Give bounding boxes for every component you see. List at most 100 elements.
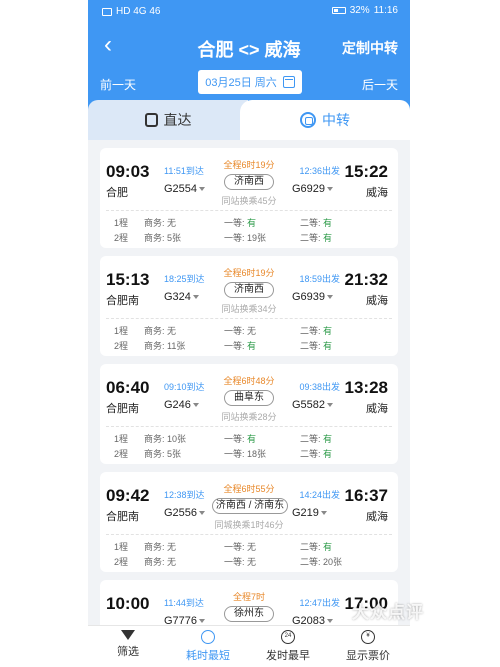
tab-direct[interactable]: 直达 [88, 100, 248, 140]
arrive-station: 威海 [366, 511, 388, 523]
filter-label: 筛选 [117, 646, 139, 658]
next-day-button[interactable]: 后一天 [362, 76, 398, 93]
custom-transfer-button[interactable]: 定制中转 [342, 38, 398, 58]
train-number-leg1[interactable]: G324 [164, 291, 199, 303]
first-class-label: 一等: [224, 233, 248, 243]
total-duration: 全程6时19分 [223, 268, 275, 278]
transfer-station: 曲阜东 [224, 390, 274, 406]
train-number-leg1[interactable]: G246 [164, 399, 199, 411]
first-class-label: 一等: [224, 341, 248, 351]
second-class-label: 二等: [300, 233, 324, 243]
train-number: G219 [292, 507, 319, 519]
train-number: G2554 [164, 183, 198, 195]
first-class-seat: 一等: 无 [224, 324, 256, 337]
second-class-seat: 二等: 有 [300, 447, 332, 460]
first-class-seat: 一等: 有 [224, 339, 256, 352]
hub-arrive-time: 12:38到达 [164, 490, 205, 500]
hub-depart-time: 09:38出发 [299, 382, 340, 392]
caret-down-icon [199, 511, 206, 516]
depart-time: 15:13 [106, 270, 150, 289]
result-card[interactable]: 06:40 合肥南 09:10到达 G246 全程6时48分 曲阜东 同站换乘28分 09:3… [100, 364, 398, 464]
watermark: 大众点评 [352, 603, 424, 622]
train-number-leg2[interactable]: G219 [292, 507, 327, 519]
status-bar: HD 4G 46 32% 11:16 [88, 0, 410, 22]
second-class-label: 二等: [300, 218, 324, 228]
second-class-label: 二等: [300, 434, 324, 444]
clock-time: 11:16 [373, 5, 398, 16]
second-class-availability: 有 [323, 233, 333, 243]
seat-row: 1程 商务: 无一等: 有二等: 有 [114, 216, 386, 230]
bottom-bar: 筛选 耗时最短 24 发时最早 ¥ 显示票价 [88, 625, 410, 667]
second-class-availability: 20张 [323, 557, 343, 567]
depart-time: 09:03 [106, 162, 150, 181]
arrive-time: 13:28 [344, 378, 388, 397]
train-number-leg1[interactable]: G2556 [164, 507, 206, 519]
depart-station: 合肥南 [106, 511, 139, 523]
arrive-station: 威海 [366, 187, 388, 199]
first-class-availability: 有 [247, 218, 257, 228]
result-card[interactable]: 15:13 合肥南 18:25到达 G324 全程6时19分 济南西 同站换乘34分 18:5… [100, 256, 398, 356]
date-picker[interactable]: 03月25日 周六 [198, 70, 302, 94]
train-number-leg2[interactable]: G6939 [292, 291, 334, 303]
seat-row: 1程 商务: 无 一等: 无 二等: 有 [114, 324, 386, 338]
tab-transfer-label: 中转 [322, 112, 350, 128]
second-class-seat: 二等: 有 [300, 432, 332, 445]
second-class-seat: 二等: 有 [300, 216, 332, 229]
divider [106, 426, 392, 427]
sort-shortest-button[interactable]: 耗时最短 [168, 630, 248, 663]
total-duration: 全程6时19分 [223, 160, 275, 170]
first-class-seat: 一等: 18张 [224, 447, 266, 460]
leg-label: 2程 [114, 557, 129, 567]
business-seat: 商务: 10张 [144, 434, 187, 444]
hub-depart-time: 12:36出发 [299, 166, 340, 176]
first-class-seat: 一等: 有 [224, 216, 256, 229]
second-class-availability: 有 [323, 434, 333, 444]
depart-time: 09:42 [106, 486, 150, 505]
second-class-availability: 有 [323, 218, 333, 228]
filter-icon [121, 630, 135, 640]
sort-earliest-label: 发时最早 [266, 650, 310, 662]
tab-transfer[interactable]: 中转 [240, 100, 410, 140]
result-card[interactable]: 09:03 合肥 11:51到达 G2554 全程6时19分 济南西 同站换乘45分 12:3… [100, 148, 398, 248]
first-class-label: 一等: [224, 218, 248, 228]
first-class-seat: 一等: 19张 [224, 231, 266, 244]
train-number-leg1[interactable]: G2554 [164, 183, 206, 195]
tab-bar: 直达 中转 [88, 100, 410, 140]
header: HD 4G 46 32% 11:16 ‹ 合肥 <> 威海 定制中转 前一天 0… [88, 0, 410, 112]
seat-row: 2程 商务: 11张 一等: 有二等: 有 [114, 339, 386, 353]
first-class-availability: 有 [247, 341, 257, 351]
hub-depart-time: 18:59出发 [299, 274, 340, 284]
show-price-button[interactable]: ¥ 显示票价 [328, 630, 408, 663]
arrive-time: 15:22 [344, 162, 388, 181]
depart-station: 合肥 [106, 187, 128, 199]
second-class-seat: 二等: 有 [300, 339, 332, 352]
sort-earliest-button[interactable]: 24 发时最早 [248, 630, 328, 663]
first-class-label: 一等: [224, 449, 248, 459]
business-seat: 商务: 11张 [144, 341, 186, 351]
first-class-availability: 无 [247, 326, 257, 336]
train-number-leg2[interactable]: G5582 [292, 399, 334, 411]
date-label: 03月25日 周六 [205, 77, 277, 89]
caret-down-icon [199, 619, 206, 624]
hub-depart-time: 14:24出发 [299, 490, 340, 500]
first-class-seat: 一等: 无 [224, 555, 256, 568]
first-class-availability: 有 [247, 434, 257, 444]
train-number: G2556 [164, 507, 198, 519]
first-class-seat: 一等: 无 [224, 540, 256, 553]
train-number-leg2[interactable]: G6929 [292, 183, 334, 195]
hub-arrive-time: 18:25到达 [164, 274, 205, 284]
transfer-station: 济南西 [224, 282, 274, 298]
transfer-note: 同站换乘34分 [221, 304, 277, 314]
prev-day-button[interactable]: 前一天 [100, 76, 136, 93]
first-class-availability: 无 [247, 542, 257, 552]
first-class-label: 一等: [224, 434, 248, 444]
filter-button[interactable]: 筛选 [88, 630, 168, 659]
train-number: G324 [164, 291, 191, 303]
caret-down-icon [320, 511, 327, 516]
result-card[interactable]: 09:42 合肥南 12:38到达 G2556 全程6时55分 济南西 / 济南东 同城换乘… [100, 472, 398, 572]
seat-row: 2程 商务: 无 一等: 无 二等: 20张 [114, 555, 386, 569]
transfer-note: 同站换乘45分 [221, 196, 277, 206]
first-class-availability: 18张 [247, 449, 267, 459]
business-seat: 商务: 5张 [144, 449, 182, 459]
leg-label: 1程 [114, 326, 129, 336]
